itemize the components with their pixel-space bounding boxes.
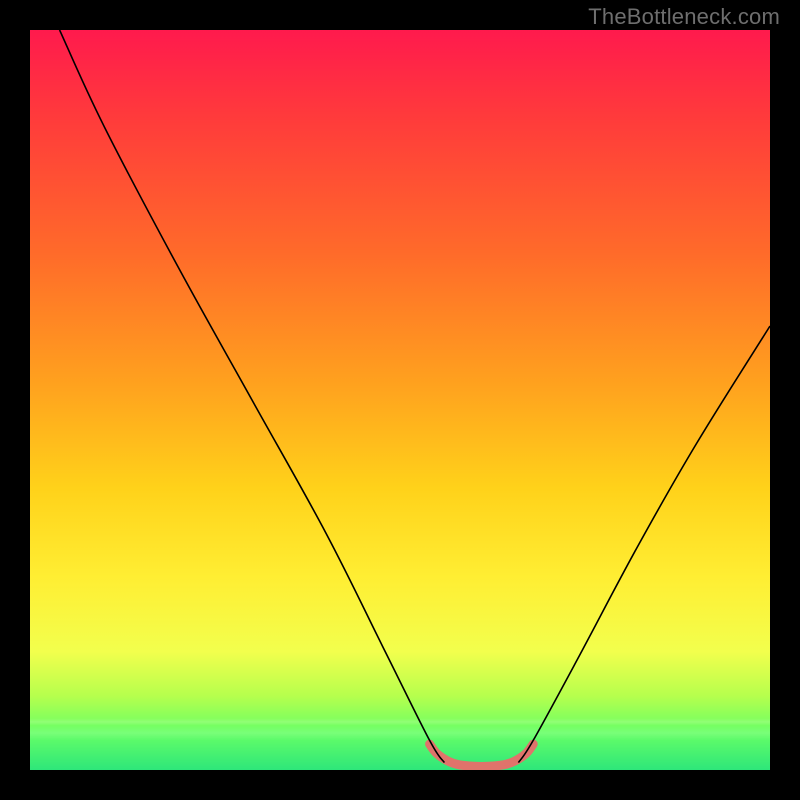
series-bottleneck-curve-left: [60, 30, 445, 763]
watermark-text: TheBottleneck.com: [588, 4, 780, 30]
series-optimal-zone-highlight: [430, 744, 534, 766]
plot-area: [30, 30, 770, 770]
chart-frame: TheBottleneck.com: [0, 0, 800, 800]
curve-layer: [30, 30, 770, 770]
series-bottleneck-curve-right: [518, 326, 770, 763]
